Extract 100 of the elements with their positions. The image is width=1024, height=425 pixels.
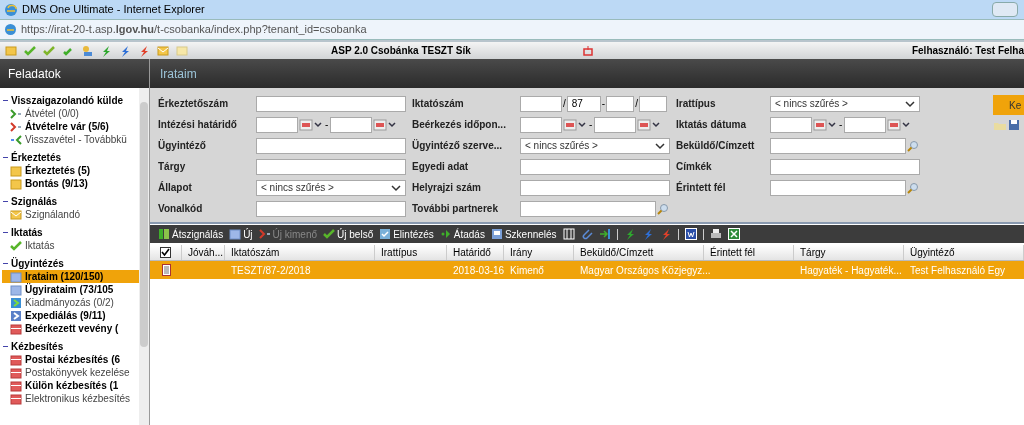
input-field[interactable] xyxy=(520,179,670,196)
field-label: Egyedi adat xyxy=(412,159,470,174)
calendar-dropdown-icon[interactable] xyxy=(563,117,587,132)
save-icon[interactable] xyxy=(1008,119,1020,131)
field-label: Irattípus xyxy=(676,96,717,111)
input-field[interactable] xyxy=(770,158,920,175)
group-title[interactable]: Ügyintézés xyxy=(11,255,64,271)
group-title[interactable]: Kézbesítés xyxy=(11,338,64,354)
envelope-icon[interactable] xyxy=(157,44,169,57)
input-field[interactable] xyxy=(520,200,656,217)
column-header[interactable]: Érintett fél xyxy=(704,245,794,260)
dropdown[interactable]: < nincs szűrés > xyxy=(256,179,406,196)
search-button[interactable]: Ke xyxy=(993,95,1024,115)
toolbar-button[interactable]: Átszignálás xyxy=(158,226,224,242)
dropdown[interactable]: < nincs szűrés > xyxy=(520,137,670,154)
calendar-dropdown-icon[interactable] xyxy=(887,117,912,132)
document-icon xyxy=(10,270,22,283)
search-icon[interactable] xyxy=(657,202,669,215)
sidebar-item[interactable]: Külön kézbesítés (1 xyxy=(2,379,139,392)
toolbar-button[interactable]: Szkennelés xyxy=(490,226,557,242)
input-field[interactable] xyxy=(770,179,906,196)
group-title[interactable]: Iktatás xyxy=(11,224,43,240)
table-cell-text: 2018-03-16 xyxy=(453,263,505,278)
sidebar-item[interactable]: Beérkezett vevény ( xyxy=(2,322,139,335)
sidebar-item[interactable]: Szignálandó xyxy=(2,208,139,221)
minimize-button[interactable] xyxy=(992,2,1018,17)
table-cell-text: TESZT/87-2/2018 xyxy=(231,263,311,278)
date-field[interactable] xyxy=(770,116,812,133)
dropdown[interactable]: < nincs szűrés > xyxy=(770,95,920,112)
sidebar-item[interactable]: Postakönyvek kezelése xyxy=(2,366,139,379)
calendar-dropdown-icon[interactable] xyxy=(813,117,837,132)
sidebar-item[interactable]: Kiadmányozás (0/2) xyxy=(2,296,139,309)
input-field[interactable] xyxy=(638,95,667,112)
date-field[interactable] xyxy=(256,116,298,133)
input-field[interactable]: 87 xyxy=(566,95,601,112)
toolbar-button[interactable]: Átadás xyxy=(439,226,485,242)
note-icon[interactable] xyxy=(176,44,188,57)
group-title[interactable]: Szignálás xyxy=(11,193,58,209)
column-header[interactable]: Irány xyxy=(504,245,574,260)
word-icon[interactable] xyxy=(684,228,697,240)
range-separator: - xyxy=(838,118,844,132)
scrollbar[interactable] xyxy=(139,88,149,425)
column-header[interactable]: Iktatószám xyxy=(225,245,375,260)
column-header[interactable]: Jóváh... xyxy=(182,245,225,260)
field-label: Érkeztetőszám xyxy=(158,96,230,111)
input-field[interactable] xyxy=(520,158,670,175)
sidebar-item[interactable]: Iktatás xyxy=(2,239,139,252)
columns-icon[interactable] xyxy=(562,228,575,240)
scanner-icon xyxy=(490,228,503,240)
date-field[interactable] xyxy=(844,116,887,133)
check-icon[interactable] xyxy=(43,44,55,57)
search-icon[interactable] xyxy=(907,181,919,194)
arrow-right-icon[interactable] xyxy=(598,228,611,240)
input-field[interactable] xyxy=(606,95,635,112)
document-icon xyxy=(229,228,242,240)
column-header[interactable]: Irattípus xyxy=(375,245,447,260)
calendar-dropdown-icon[interactable] xyxy=(299,117,323,132)
input-field[interactable] xyxy=(256,200,406,217)
input-field[interactable] xyxy=(256,95,406,112)
column-header[interactable]: Tárgy xyxy=(794,245,904,260)
group-title[interactable]: Visszaigazolandó külde xyxy=(11,92,124,108)
input-field[interactable] xyxy=(256,158,406,175)
chevron-down-icon xyxy=(655,141,665,150)
check-icon[interactable] xyxy=(24,44,36,57)
date-field[interactable] xyxy=(520,116,562,133)
sidebar-item[interactable]: Bontás (9/13) xyxy=(2,177,139,190)
sidebar-item[interactable]: Elektronikus kézbesítés xyxy=(2,392,139,405)
envelope-icon xyxy=(10,208,22,221)
column-header[interactable]: Beküldő/Címzett xyxy=(574,245,704,260)
sidebar-item[interactable]: Expediálás (9/11) xyxy=(2,309,139,322)
document-icon xyxy=(10,283,22,296)
select-all-checkbox[interactable] xyxy=(160,247,171,258)
arrow-right-icon xyxy=(10,120,22,133)
calendar-dropdown-icon[interactable] xyxy=(637,117,662,132)
sidebar-item[interactable]: Átvételre vár (5/6) xyxy=(2,120,139,133)
sidebar-item[interactable]: Ügyirataim (73/105 xyxy=(2,283,139,296)
group-title[interactable]: Érkeztetés xyxy=(11,149,62,165)
sidebar-item[interactable]: Irataim (120/150) xyxy=(2,270,139,283)
input-field[interactable] xyxy=(520,95,562,112)
sidebar-item[interactable]: Érkeztetés (5) xyxy=(2,164,139,177)
spreadsheet-icon[interactable] xyxy=(727,228,740,240)
column-header[interactable]: Határidő xyxy=(447,245,504,260)
number-separator: / xyxy=(635,97,638,111)
input-field[interactable] xyxy=(770,137,906,154)
toolbar-button[interactable]: Új belső xyxy=(323,226,374,242)
paperclip-icon[interactable] xyxy=(580,228,593,240)
input-field[interactable] xyxy=(256,137,406,154)
search-icon[interactable] xyxy=(907,139,919,152)
calendar-dropdown-icon[interactable] xyxy=(373,117,398,132)
date-field[interactable] xyxy=(594,116,637,133)
date-field[interactable] xyxy=(330,116,373,133)
toolbar-button[interactable]: Új xyxy=(229,226,253,242)
sidebar-item[interactable]: Átvétel (0/0) xyxy=(2,107,139,120)
toolbar-button[interactable]: Elintézés xyxy=(379,226,434,242)
column-header[interactable]: Ügyintéző xyxy=(904,245,1024,260)
sidebar-item[interactable]: Visszavétel - Továbbkü xyxy=(2,133,139,146)
sidebar-item[interactable]: Postai kézbesítés (6 xyxy=(2,353,139,366)
printer-icon[interactable] xyxy=(709,228,722,240)
users-icon[interactable] xyxy=(81,44,93,57)
note-icon[interactable] xyxy=(5,44,17,57)
